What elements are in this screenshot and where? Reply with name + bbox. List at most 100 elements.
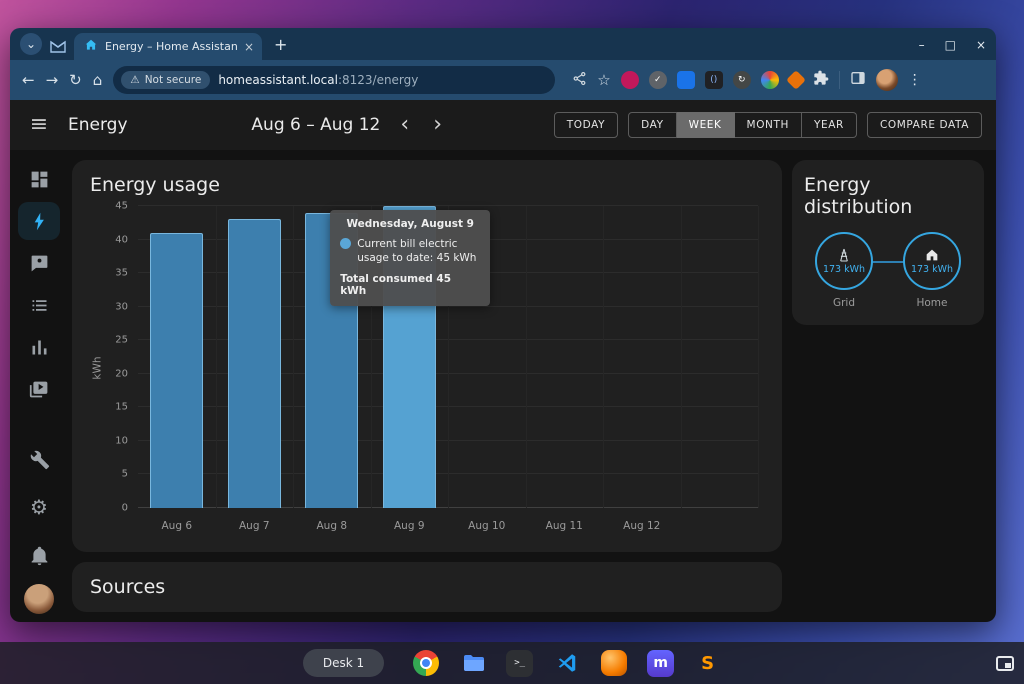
dashboard-icon [29,169,50,190]
range-month-button[interactable]: MONTH [735,112,803,138]
bell-icon [29,545,50,566]
tooltip-total: Total consumed 45 kWh [340,273,480,297]
desktop: ⌄ Energy – Home Assistant × + – □ × ← → [0,0,1024,684]
extension-icon-3[interactable] [677,71,695,89]
terminal-icon[interactable]: >_ [506,650,533,677]
close-button[interactable]: × [976,38,986,52]
maximize-button[interactable]: □ [945,38,956,52]
reload-icon[interactable]: ↻ [69,73,82,88]
x-tick-label: Aug 6 [161,520,192,532]
sidebar-item-developer-tools[interactable] [18,440,60,478]
chrome-icon[interactable] [412,650,439,677]
screen-capture-icon[interactable] [996,656,1014,671]
user-avatar[interactable] [24,584,54,614]
home-assistant-app: ≡ Energy Aug 6 – Aug 12 ‹ › TODAY DAYWEE… [10,100,996,622]
x-tick-label: Aug 8 [316,520,347,532]
date-range-label[interactable]: Aug 6 – Aug 12 [251,115,380,135]
security-chip[interactable]: ⚠ Not secure [121,71,210,89]
gridline-vertical [681,206,682,508]
home-label: Home [916,297,947,309]
page-title: Energy [68,115,128,135]
extension-icon-5[interactable]: ↻ [733,71,751,89]
tooltip-series-text: Current bill electric usage to date: 45 … [357,237,480,265]
side-panel-icon[interactable] [850,70,866,90]
chromeos-shelf: Desk 1 >_ m S [0,642,1024,684]
sidebar-item-logbook[interactable] [18,244,60,282]
today-button[interactable]: TODAY [554,112,618,138]
gridline-vertical [603,206,604,508]
next-period-icon[interactable]: › [429,114,446,136]
share-icon[interactable] [572,71,587,90]
sidebar-item-overview[interactable] [18,160,60,198]
plot-wrap: Aug 6Aug 7Aug 8Aug 9Aug 10Aug 11Aug 12 W… [138,202,758,534]
bar-aug-7[interactable] [228,219,281,508]
home-icon[interactable]: ⌂ [93,73,103,88]
check-icon: ✓ [654,75,662,85]
gridline-vertical [526,206,527,508]
window-controls: – □ × [919,38,986,52]
tab-strip: ⌄ Energy – Home Assistant × + – □ × [10,28,996,60]
forward-icon[interactable]: → [46,73,59,88]
y-tick-label: 25 [115,335,128,346]
toolbar-divider [839,71,840,89]
vscode-icon[interactable] [553,650,580,677]
bar-aug-6[interactable] [150,233,203,508]
lightning-icon [29,211,50,232]
chevron-down-icon: ⌄ [26,37,36,51]
browser-window: ⌄ Energy – Home Assistant × + – □ × ← → [10,28,996,622]
url-path: :8123/energy [338,73,418,87]
orange-app-icon[interactable] [600,650,627,677]
new-tab-button[interactable]: + [270,35,291,54]
sidebar-menu-icon[interactable]: ≡ [30,114,48,136]
mastodon-icon[interactable]: m [647,650,674,677]
address-bar[interactable]: ⚠ Not secure homeassistant.local:8123/en… [113,66,555,94]
bookmark-star-icon[interactable]: ☆ [597,73,610,88]
ha-main: Energy usage kWh 051015202530354045 Aug … [68,150,996,622]
extension-icon-1[interactable] [621,71,639,89]
desk-switcher-button[interactable]: Desk 1 [303,649,384,677]
prev-period-icon[interactable]: ‹ [396,114,413,136]
range-week-button[interactable]: WEEK [677,112,735,138]
extension-icon-2[interactable]: ✓ [649,71,667,89]
profile-avatar[interactable] [876,69,898,91]
extension-icon-6[interactable] [761,71,779,89]
distribution-card-title: Energy distribution [804,174,972,218]
sidebar-item-media[interactable] [18,370,60,408]
extensions-puzzle-icon[interactable] [813,70,829,90]
transmission-tower-icon [836,247,852,263]
tooltip-title: Wednesday, August 9 [340,218,480,230]
grid-node[interactable]: 173 kWh Grid [806,232,882,309]
range-day-button[interactable]: DAY [628,112,676,138]
sublime-text-icon[interactable]: S [694,650,721,677]
tab-search-button[interactable]: ⌄ [20,33,42,55]
minimize-button[interactable]: – [919,38,925,52]
energy-usage-chart: kWh 051015202530354045 Aug 6Aug 7Aug 8Au… [90,202,764,534]
sidebar-item-history[interactable] [18,328,60,366]
compare-data-button[interactable]: COMPARE DATA [867,112,982,138]
home-node[interactable]: 173 kWh Home [894,232,970,309]
back-icon[interactable]: ← [22,73,35,88]
sidebar-item-settings[interactable]: ⚙ [18,488,60,526]
extension-icon-4[interactable]: () [705,71,723,89]
tab-close-icon[interactable]: × [244,41,254,53]
grid-value: 173 kWh [823,264,865,275]
x-tick-label: Aug 7 [239,520,270,532]
browser-menu-icon[interactable]: ⋮ [908,72,922,88]
files-icon[interactable] [459,650,486,677]
sidebar-item-energy[interactable] [18,202,60,240]
gmail-pinned-tab-icon[interactable] [50,40,66,53]
browser-tab[interactable]: Energy – Home Assistant × [74,33,262,60]
bar-chart-icon [29,337,50,358]
chat-icon [29,253,50,274]
sidebar-item-notifications[interactable] [18,536,60,574]
x-tick-label: Aug 9 [394,520,425,532]
url-text: homeassistant.local:8123/energy [218,73,418,87]
range-segments: DAYWEEKMONTHYEAR [628,112,857,138]
range-year-button[interactable]: YEAR [802,112,857,138]
gridline-vertical [758,206,759,508]
y-tick-label: 30 [115,301,128,312]
y-tick-label: 0 [122,503,128,514]
sidebar-item-todo[interactable] [18,286,60,324]
extension-icon-7[interactable] [786,70,806,90]
browser-toolbar: ← → ↻ ⌂ ⚠ Not secure homeassistant.local… [10,60,996,100]
